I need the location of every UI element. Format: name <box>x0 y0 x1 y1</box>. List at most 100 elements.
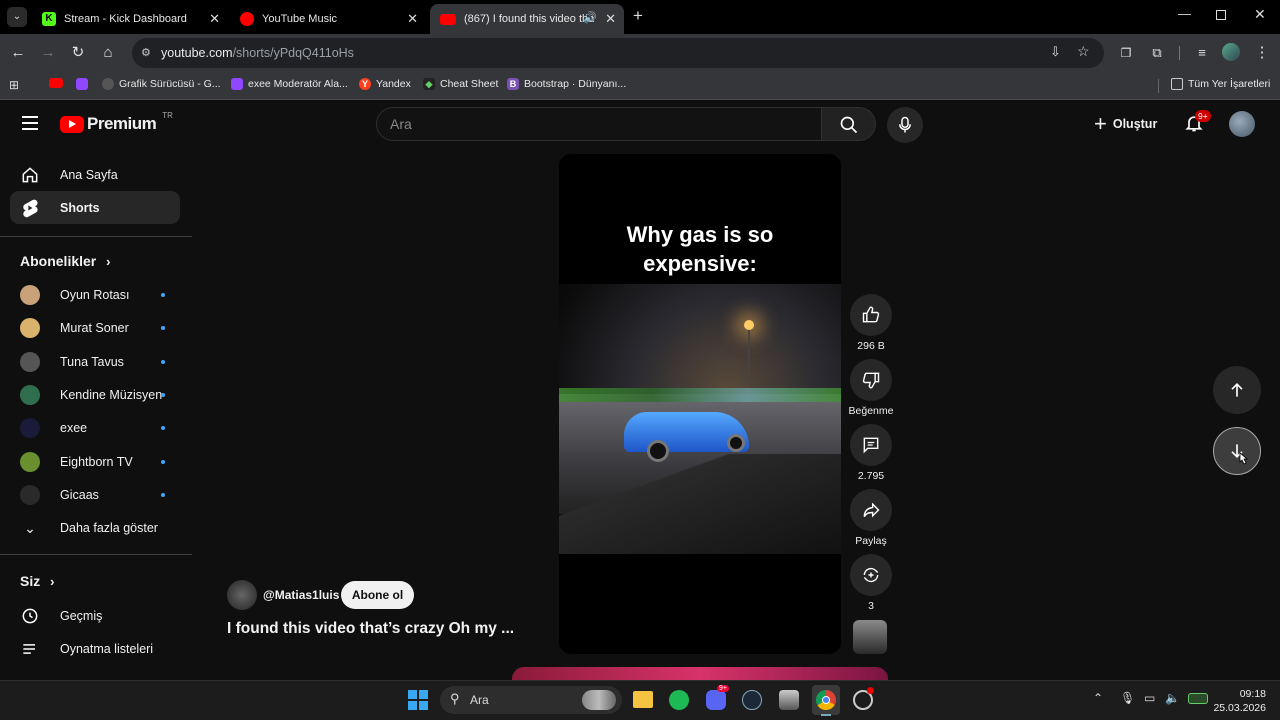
share-icon <box>863 502 880 518</box>
star-icon[interactable]: ☆ <box>1077 43 1090 60</box>
you-heading[interactable]: Siz › <box>20 573 54 589</box>
like-button[interactable] <box>850 294 892 336</box>
next-short-button[interactable] <box>1213 427 1261 475</box>
show-more-button[interactable]: ⌄ Daha fazla göster <box>10 511 180 544</box>
recording-dot <box>867 687 874 694</box>
tab-strip: ⌄ K Stream - Kick Dashboard ✕ YouTube Mu… <box>0 0 1280 34</box>
car-hood-foreground <box>559 454 841 554</box>
sidebar-item-subscription[interactable]: Tuna Tavus <box>10 345 180 378</box>
shorts-video-player[interactable]: Why gas is so expensive: <box>559 154 841 654</box>
clock-date: 25.03.2026 <box>1213 702 1266 714</box>
comments-button[interactable] <box>850 424 892 466</box>
clock[interactable]: 09:18 25.03.2026 <box>1212 687 1266 715</box>
new-content-dot <box>161 459 165 464</box>
obs-icon[interactable] <box>853 687 874 710</box>
subscriptions-heading[interactable]: Abonelikler › <box>20 253 110 269</box>
tray-microphone-icon[interactable]: 🎙 <box>1120 691 1135 705</box>
menu-icon[interactable]: ⋮ <box>1252 43 1272 63</box>
windows-start-icon[interactable] <box>408 690 428 710</box>
media-control-icon[interactable]: ≡ <box>1192 43 1212 63</box>
forward-icon[interactable]: → <box>38 43 58 63</box>
create-button[interactable]: + Oluştur <box>1094 112 1157 136</box>
sidebar-item-playlists[interactable]: Oynatma listeleri <box>10 632 180 665</box>
divider <box>0 554 192 555</box>
youtube-play-icon <box>60 115 84 133</box>
bookmark-youtube[interactable] <box>49 78 68 88</box>
remix-button[interactable] <box>850 554 892 596</box>
back-icon[interactable]: ← <box>8 43 28 63</box>
profile-avatar[interactable] <box>1222 43 1240 61</box>
address-bar[interactable]: ⚙ youtube.com/shorts/yPdqQ411oHs ⇩ ☆ <box>132 38 1104 68</box>
tray-display-icon[interactable]: ▭ <box>1144 691 1155 705</box>
site-info-icon[interactable]: ⚙ <box>141 46 151 59</box>
tab-youtube-music[interactable]: YouTube Music ✕ <box>230 4 426 34</box>
sidebar-item-subscription[interactable]: Eightborn TV <box>10 445 180 478</box>
sidebar-item-subscription[interactable]: Gicaas <box>10 478 180 511</box>
notifications-button[interactable]: 9+ <box>1184 110 1211 135</box>
bookmark-twitch[interactable] <box>76 78 93 90</box>
bookmark-yandex[interactable]: Y Yandex <box>359 78 411 90</box>
share-button[interactable] <box>850 489 892 531</box>
tab-kick-dashboard[interactable]: K Stream - Kick Dashboard ✕ <box>32 4 228 34</box>
reload-icon[interactable]: ↻ <box>68 43 88 63</box>
sidebar-item-label: Gicaas <box>60 487 99 502</box>
close-window-button[interactable]: ✕ <box>1254 6 1266 23</box>
speaker-icon[interactable]: 🔊 <box>583 11 597 24</box>
maximize-button[interactable] <box>1216 10 1226 20</box>
sidebar-item-subscription[interactable]: Murat Soner <box>10 311 180 344</box>
tray-volume-icon[interactable]: 🔈 <box>1165 691 1180 705</box>
hamburger-menu-icon[interactable] <box>22 116 38 130</box>
search-input[interactable] <box>377 108 821 140</box>
sidebar-item-shorts[interactable]: Shorts <box>10 191 180 224</box>
youtube-icon <box>49 78 63 88</box>
new-tab-button[interactable]: + <box>633 6 643 26</box>
minimize-button[interactable]: — <box>1178 6 1191 21</box>
youtube-logo[interactable]: Premium TR <box>60 111 173 134</box>
home-icon <box>22 166 38 182</box>
sidebar-item-subscription[interactable]: exee <box>10 411 180 444</box>
short-title[interactable]: I found this video that’s crazy Oh my ..… <box>227 620 514 638</box>
sidebar-item-history[interactable]: Geçmiş <box>10 599 180 632</box>
sound-thumbnail[interactable] <box>853 620 887 654</box>
bookmark-exee-moderator[interactable]: exee Moderatör Ala... <box>231 78 348 90</box>
spotify-icon[interactable] <box>669 690 689 710</box>
bookmark-bootstrap[interactable]: B Bootstrap · Dünyanı... <box>507 78 626 90</box>
shorts-icon <box>23 199 38 217</box>
tray-chevron-up-icon[interactable]: ⌃ <box>1093 691 1103 705</box>
home-icon[interactable]: ⌂ <box>98 43 118 63</box>
sidebar-item-subscription[interactable]: Kendine Müzisyen <box>10 378 180 411</box>
previous-short-button[interactable] <box>1213 366 1261 414</box>
chrome-icon[interactable] <box>812 685 840 716</box>
bookmark-graphics-driver[interactable]: Grafik Sürücüsü - G... <box>102 78 221 90</box>
extensions-icon[interactable]: ⧉ <box>1147 43 1167 63</box>
game-launcher-icon[interactable] <box>779 690 799 710</box>
install-app-icon[interactable]: ⇩ <box>1050 44 1061 60</box>
sidebar-item-home[interactable]: Ana Sayfa <box>10 158 180 191</box>
tab-search-button[interactable]: ⌄ <box>7 7 27 27</box>
discord-icon[interactable]: 9+ <box>706 685 729 710</box>
channel-name[interactable]: @Matias1luis <box>263 588 339 602</box>
file-explorer-icon[interactable] <box>633 691 653 708</box>
close-icon[interactable]: ✕ <box>407 11 418 27</box>
tab-youtube-short[interactable]: (867) I found this video tha 🔊 ✕ <box>430 4 624 34</box>
channel-avatar[interactable] <box>227 580 257 610</box>
tab-groups-icon[interactable]: ❐ <box>1116 43 1136 63</box>
close-icon[interactable]: ✕ <box>605 11 616 27</box>
bookmark-cheat-sheet[interactable]: ◆ Cheat Sheet <box>423 78 498 90</box>
close-icon[interactable]: ✕ <box>209 11 220 27</box>
account-avatar[interactable] <box>1229 111 1255 137</box>
voice-search-button[interactable] <box>887 107 923 143</box>
subscribe-button[interactable]: Abone ol <box>341 581 414 609</box>
search-button[interactable] <box>822 107 876 141</box>
tray-battery-icon[interactable] <box>1188 693 1208 704</box>
bootstrap-icon: B <box>507 78 519 90</box>
bookmark-label: Cheat Sheet <box>440 78 499 90</box>
sidebar-item-subscription[interactable]: Oyun Rotası <box>10 278 180 311</box>
dislike-button[interactable] <box>850 359 892 401</box>
next-short-preview[interactable] <box>512 667 888 680</box>
steam-icon[interactable] <box>742 690 762 710</box>
apps-icon[interactable]: ⊞ <box>9 78 19 92</box>
taskbar-search[interactable]: ⚲ Ara <box>440 686 622 714</box>
new-content-dot <box>161 492 165 497</box>
all-bookmarks[interactable]: Tüm Yer İşaretleri <box>1171 78 1270 90</box>
